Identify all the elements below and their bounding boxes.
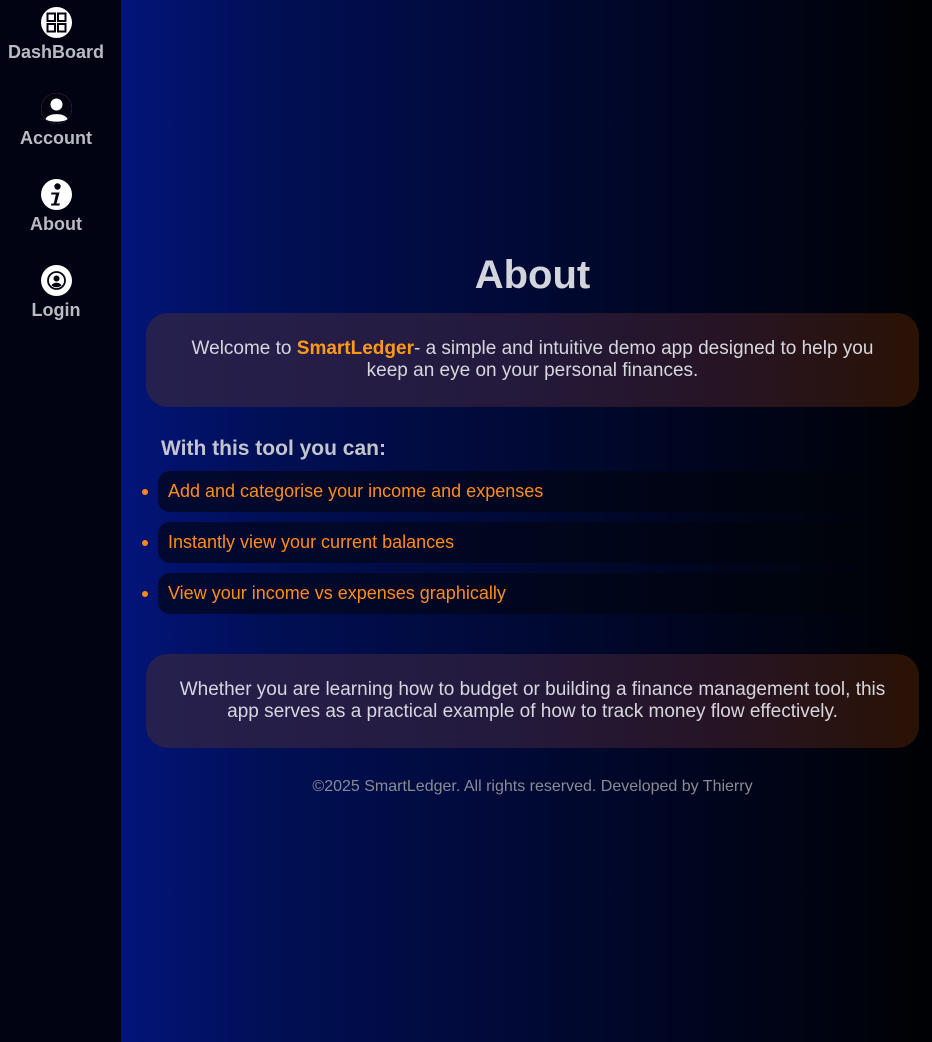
- main-content: About Welcome to SmartLedger- a simple a…: [121, 0, 932, 1042]
- list-item: View your income vs expenses graphically: [142, 573, 866, 614]
- login-user-icon: [40, 265, 72, 296]
- bullet-icon: [142, 540, 148, 546]
- intro-prefix: Welcome to: [191, 338, 297, 359]
- sidebar-item-dashboard-label: DashBoard: [7, 42, 105, 62]
- outro-card: Whether you are learning how to budget o…: [146, 654, 919, 748]
- list-item: Add and categorise your income and expen…: [142, 471, 866, 512]
- sidebar-item-account[interactable]: Account: [0, 93, 112, 148]
- intro-card: Welcome to SmartLedger- a simple and int…: [146, 313, 919, 407]
- intro-suffix: - a simple and intuitive demo app design…: [366, 338, 874, 381]
- footer-copyright: ©2025 SmartLedger. All rights reserved. …: [312, 778, 753, 795]
- feature-text: Add and categorise your income and expen…: [158, 471, 866, 512]
- sidebar-item-about-label: About: [30, 214, 82, 234]
- dashboard-icon: [40, 7, 72, 38]
- bullet-icon: [142, 591, 148, 597]
- sidebar-item-account-label: Account: [20, 128, 92, 148]
- sidebar: DashBoard Account About Login: [0, 0, 121, 1042]
- sidebar-item-dashboard[interactable]: DashBoard: [0, 7, 112, 62]
- feature-text: Instantly view your current balances: [158, 522, 866, 563]
- bullet-icon: [142, 489, 148, 495]
- account-icon: [40, 93, 72, 124]
- sidebar-item-login-label: Login: [31, 300, 81, 320]
- outro-text: Whether you are learning how to budget o…: [179, 679, 886, 722]
- feature-list: Add and categorise your income and expen…: [142, 471, 866, 624]
- sidebar-item-about[interactable]: About: [0, 179, 112, 234]
- brand-name: SmartLedger: [296, 338, 414, 359]
- features-heading: With this tool you can:: [161, 437, 386, 460]
- page-title: About: [474, 253, 591, 297]
- info-icon: [40, 179, 72, 210]
- feature-text: View your income vs expenses graphically: [158, 573, 866, 614]
- sidebar-item-login[interactable]: Login: [0, 265, 112, 320]
- list-item: Instantly view your current balances: [142, 522, 866, 563]
